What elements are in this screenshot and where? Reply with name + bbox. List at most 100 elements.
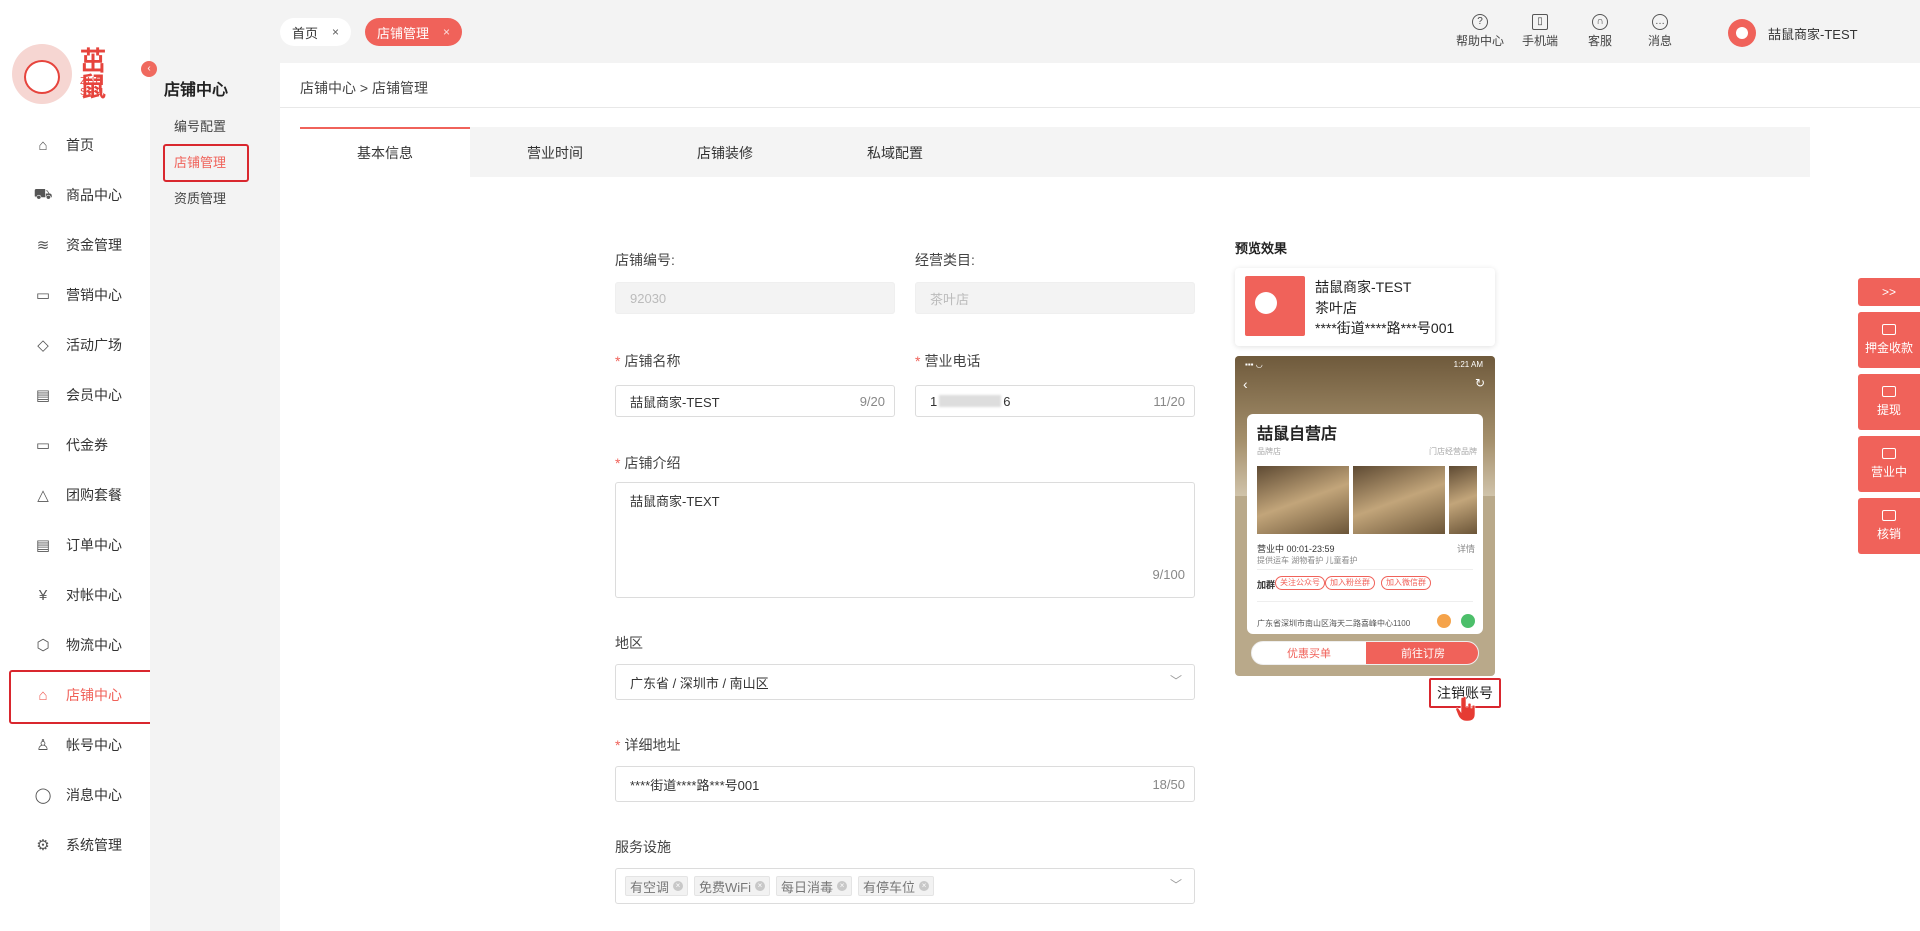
sidebar-item-label: 活动广场 [66, 337, 122, 353]
sidebar-item-label: 团购套餐 [66, 487, 122, 503]
verify-button[interactable]: 核销 [1858, 498, 1920, 554]
store-number-value: 92030 [630, 290, 667, 306]
phone-suffix: 6 [1003, 393, 1011, 409]
logo-subtext: ZHE SHU [80, 76, 105, 98]
withdraw-button[interactable]: 提现 [1858, 374, 1920, 430]
chevron-down-icon: ﹀ [1169, 878, 1182, 892]
topbar: 首页 × 店铺管理 × ? 帮助中心 ▯ 手机端 ∩ 客服 … 消息 喆鼠商家-… [280, 0, 1920, 63]
facilities-label: 服务设施 [615, 839, 671, 855]
withdraw-icon [1882, 386, 1896, 397]
sidebar-item-label: 会员中心 [66, 387, 122, 403]
business-status-button[interactable]: 营业中 [1858, 436, 1920, 492]
region-label: 地区 [615, 635, 643, 651]
sidebar-item-bag[interactable]: △ 团购套餐 [0, 470, 150, 520]
divider [1257, 569, 1473, 570]
intro-textarea[interactable]: 喆鼠商家-TEXT 9/100 [615, 482, 1195, 598]
category-value: 茶叶店 [930, 291, 970, 307]
phone-store-card: 喆鼠自营店 品牌店 门店经营品牌 营业中 00:01-23:59 详情 提供运车… [1247, 414, 1483, 634]
facility-tag-label: 免费WiFi [699, 879, 752, 895]
intro-label-text: 店铺介绍 [624, 455, 681, 471]
sidebar-item-yen[interactable]: ¥ 对帐中心 [0, 570, 150, 620]
order-icon: ▤ [35, 537, 51, 554]
tab-store-management[interactable]: 店铺管理 × [365, 18, 463, 46]
float-toggle-button[interactable]: >> [1858, 278, 1920, 306]
sidebar-item-label: 消息中心 [66, 787, 122, 803]
address-count: 18/50 [1152, 777, 1185, 792]
remove-tag-icon[interactable]: × [673, 881, 684, 891]
sidebar-item-vip-card[interactable]: ▤ 会员中心 [0, 370, 150, 420]
sidebar-item-label: 系统管理 [66, 837, 122, 853]
intro-count: 9/100 [1152, 567, 1185, 582]
remove-tag-icon[interactable]: × [837, 881, 848, 891]
logo[interactable]: 茁鼠 ZHE SHU [12, 40, 112, 104]
facilities-select[interactable]: 有空调 × 免费WiFi × 每日消毒 × 有停车位 × ﹀ [615, 868, 1195, 904]
preview-card: 喆鼠商家-TEST 茶叶店 ****街道****路***号001 [1235, 268, 1495, 346]
subnav-item-number-config[interactable]: 编号配置 [174, 116, 226, 135]
main-nav: ⌂ 首页 ⛟ 商品中心 ≋ 资金管理 ▭ 营销中心 ◇ 活动广场 ▤ 会员中心 ▭ 代金券 △ 团购套餐 ▤ 订单… [0, 120, 157, 870]
store-name-input[interactable]: 喆鼠商家-TEST 9/20 [615, 385, 895, 417]
sidebar-item-label: 对帐中心 [66, 587, 122, 603]
withdraw-label: 提现 [1876, 403, 1901, 417]
sidebar-item-store[interactable]: ⌂ 店铺中心 [0, 670, 157, 724]
tab-home[interactable]: 首页 × [280, 18, 352, 46]
store-photo [1257, 466, 1349, 534]
sidebar-item-chat[interactable]: ◯ 消息中心 [0, 770, 150, 820]
mobile-button[interactable]: ▯ 手机端 [1510, 14, 1570, 49]
sidebar-item-user[interactable]: ♙ 帐号中心 [0, 720, 150, 770]
sidebar-item-label: 代金券 [66, 437, 108, 453]
package-icon: ⬡ [36, 637, 50, 654]
store-number-label: 店铺编号: [615, 252, 675, 268]
sidebar-item-megaphone[interactable]: ▭ 营销中心 [0, 270, 150, 320]
sidebar-item-label: 店铺中心 [66, 687, 122, 703]
help-center-button[interactable]: ? 帮助中心 [1450, 14, 1510, 49]
tab-basic-info[interactable]: 基本信息 [300, 127, 470, 177]
user-menu[interactable]: 喆鼠商家-TEST [1728, 19, 1858, 47]
preview-category: 茶叶店 [1315, 300, 1357, 316]
settings-icon: ⚙ [36, 837, 50, 854]
close-icon[interactable]: × [332, 25, 339, 39]
store-name-label-text: 店铺名称 [624, 353, 681, 369]
region-select[interactable]: 广东省 / 深圳市 / 南山区 ﹀ [615, 664, 1195, 700]
tab-store-decoration[interactable]: 店铺装修 [640, 127, 810, 177]
phone-time: 1:21 AM [1453, 360, 1483, 369]
customer-service-label: 客服 [1587, 34, 1612, 48]
customer-service-button[interactable]: ∩ 客服 [1570, 14, 1630, 49]
phone-input[interactable]: 1 6 11/20 [915, 385, 1195, 417]
bag-icon: △ [37, 487, 49, 504]
subnav-item-store-management[interactable]: 店铺管理 [162, 144, 250, 182]
remove-tag-icon[interactable]: × [755, 881, 766, 891]
remove-tag-icon[interactable]: × [919, 881, 930, 891]
tab-business-hours[interactable]: 营业时间 [470, 127, 640, 177]
sidebar-item-order[interactable]: ▤ 订单中心 [0, 520, 150, 570]
chip-wechat: 加入微信群 [1381, 576, 1431, 590]
collapse-sidebar-button[interactable]: ‹ [141, 61, 157, 77]
tab-private-domain[interactable]: 私域配置 [810, 127, 980, 177]
preview-address: ****街道****路***号001 [1315, 320, 1455, 336]
home-icon: ⌂ [38, 136, 48, 154]
box-icon: ◇ [37, 337, 49, 354]
sidebar-item-label: 首页 [66, 137, 94, 153]
sidebar-item-coupon[interactable]: ▭ 代金券 [0, 420, 150, 470]
sidebar-item-cart[interactable]: ⛟ 商品中心 [0, 170, 150, 220]
chip-fans: 加入粉丝群 [1325, 576, 1375, 590]
subnav-item-qualification[interactable]: 资质管理 [174, 188, 226, 207]
book-room-button: 前往订房 [1366, 642, 1478, 664]
messages-button[interactable]: … 消息 [1630, 14, 1690, 49]
tab-store-label: 店铺管理 [377, 25, 430, 41]
megaphone-icon: ▭ [35, 287, 51, 304]
chip-follow: 关注公众号 [1275, 576, 1325, 590]
deposit-collect-button[interactable]: 押金收款 [1858, 312, 1920, 368]
sidebar-item-settings[interactable]: ⚙ 系统管理 [0, 820, 150, 870]
sidebar-item-package[interactable]: ⬡ 物流中心 [0, 620, 150, 670]
sidebar-item-layers[interactable]: ≋ 资金管理 [0, 220, 150, 270]
sidebar-item-home[interactable]: ⌂ 首页 [0, 120, 150, 170]
facility-tag-label: 每日消毒 [781, 879, 834, 895]
sidebar-item-label: 订单中心 [66, 537, 122, 553]
close-icon[interactable]: × [443, 25, 450, 39]
sidebar-item-label: 物流中心 [66, 637, 122, 653]
facility-tag-label: 有停车位 [863, 879, 916, 895]
sidebar-item-box[interactable]: ◇ 活动广场 [0, 320, 150, 370]
phone-label-text: 营业电话 [924, 353, 981, 369]
category-field: 茶叶店 [915, 282, 1195, 314]
address-input[interactable]: ****街道****路***号001 18/50 [615, 766, 1195, 802]
